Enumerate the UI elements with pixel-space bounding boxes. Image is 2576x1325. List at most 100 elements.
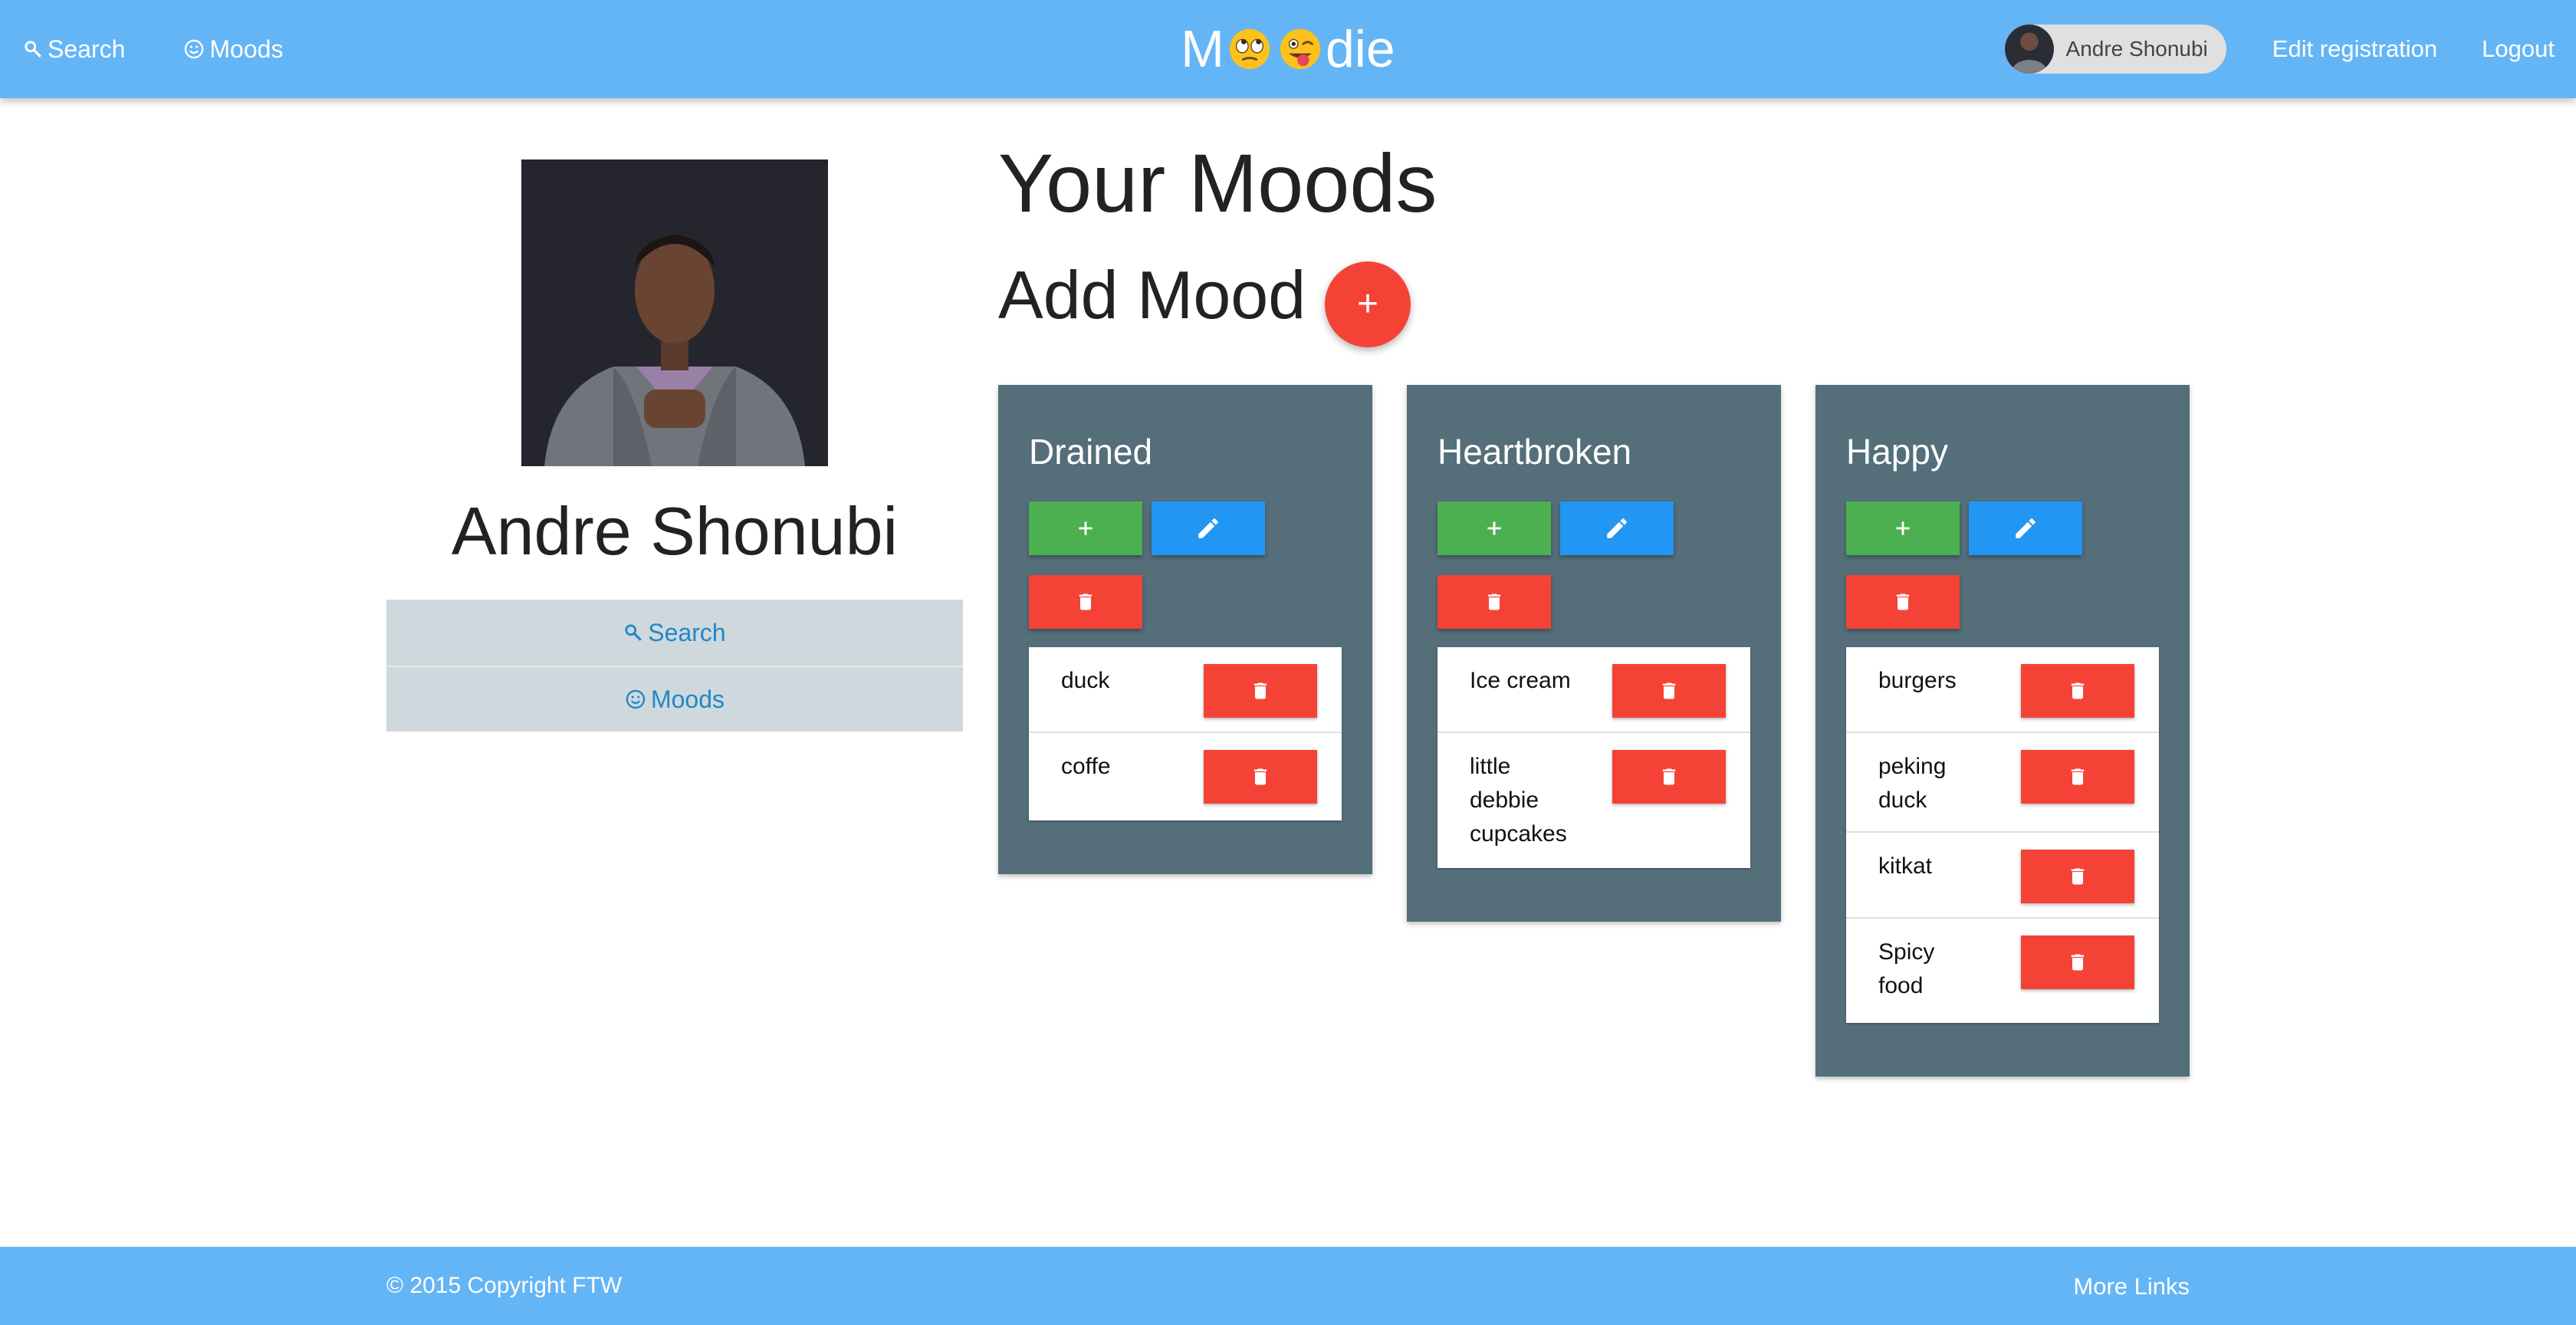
page-title: Your Moods bbox=[998, 136, 1438, 229]
mood-card: Happy burgers peking duck kitkat Spicy food bbox=[1815, 385, 2190, 1077]
mood-card-title: Drained bbox=[1029, 432, 1153, 472]
brand-prefix[interactable]: M bbox=[1181, 19, 1224, 79]
list-item-label-line: duck bbox=[1061, 668, 1110, 693]
nav-search-label: Search bbox=[48, 35, 126, 63]
list-item: kitkat bbox=[1846, 833, 2159, 919]
delete-item-button[interactable] bbox=[1612, 750, 1726, 804]
brand-suffix[interactable]: die bbox=[1326, 19, 1395, 79]
trash-icon bbox=[1079, 593, 1092, 610]
trash-icon bbox=[2071, 768, 2085, 785]
edit-mood-button[interactable] bbox=[1969, 501, 2082, 555]
logout-link[interactable]: Logout bbox=[2482, 35, 2555, 63]
trash-icon bbox=[1254, 768, 1267, 785]
trash-icon bbox=[2071, 954, 2085, 971]
side-menu-moods-label: Moods bbox=[650, 685, 725, 713]
search-icon bbox=[625, 624, 642, 641]
footer: © 2015 Copyright FTW More Links bbox=[0, 1247, 2576, 1325]
delete-item-button[interactable] bbox=[2021, 850, 2134, 903]
mood-item-list: Ice cream little debbie cupcakes bbox=[1438, 647, 1750, 868]
edit-mood-button[interactable] bbox=[1560, 501, 1674, 555]
footer-more-links[interactable]: More Links bbox=[2073, 1273, 2190, 1300]
user-avatar bbox=[2004, 25, 2054, 74]
mood-item-list: duck coffe bbox=[1029, 647, 1342, 820]
pencil-icon bbox=[2016, 518, 2036, 538]
delete-item-button[interactable] bbox=[1612, 664, 1726, 718]
nav-moods-label: Moods bbox=[209, 35, 284, 63]
list-item-label-line: debbie bbox=[1470, 787, 1539, 813]
list-item-label-line: burgers bbox=[1878, 668, 1957, 693]
trash-icon bbox=[2071, 682, 2085, 699]
side-menu-search-label: Search bbox=[648, 618, 726, 646]
pencil-icon bbox=[1607, 518, 1627, 538]
delete-mood-button[interactable] bbox=[1029, 575, 1142, 629]
plus-icon bbox=[1487, 521, 1501, 535]
list-item: peking duck bbox=[1846, 733, 2159, 833]
list-item-label: Spicy food bbox=[1878, 935, 2009, 1003]
delete-mood-button[interactable] bbox=[1438, 575, 1551, 629]
list-item-label: burgers bbox=[1878, 664, 2009, 698]
trash-icon bbox=[1662, 768, 1676, 785]
list-item: coffe bbox=[1029, 733, 1342, 819]
add-mood-button[interactable]: + bbox=[1325, 261, 1411, 347]
mood-card: Heartbroken Ice cream little debbie cupcakes bbox=[1407, 385, 1781, 922]
add-mood-heading: Add Mood bbox=[998, 257, 1306, 333]
rolling-eyes-emoji-icon bbox=[1229, 28, 1270, 70]
list-item-label-line: peking bbox=[1878, 754, 1947, 779]
list-item-label-line: Ice cream bbox=[1470, 668, 1571, 693]
user-chip[interactable]: Andre Shonubi bbox=[2004, 25, 2226, 74]
list-item-label-line: food bbox=[1878, 973, 1924, 998]
trash-icon bbox=[1487, 593, 1501, 610]
list-item-label-line: duck bbox=[1878, 787, 1927, 813]
list-item-label-line: kitkat bbox=[1878, 853, 1933, 879]
list-item-label: kitkat bbox=[1878, 850, 2009, 883]
add-item-button[interactable] bbox=[1438, 501, 1551, 555]
trash-icon bbox=[1662, 682, 1676, 699]
trash-icon bbox=[1896, 593, 1910, 610]
delete-item-button[interactable] bbox=[2021, 750, 2134, 804]
smiley-icon bbox=[185, 39, 204, 59]
profile-name: Andre Shonubi bbox=[451, 493, 899, 569]
delete-mood-button[interactable] bbox=[1846, 575, 1960, 629]
nav-moods-link[interactable]: Moods bbox=[183, 35, 283, 64]
trash-icon bbox=[1254, 682, 1267, 699]
search-icon bbox=[25, 41, 41, 58]
list-item-label-line: coffe bbox=[1061, 754, 1111, 779]
footer-copyright: © 2015 Copyright FTW bbox=[386, 1273, 623, 1298]
side-menu-moods[interactable]: Moods bbox=[386, 666, 963, 732]
mood-card-title: Happy bbox=[1846, 432, 1948, 472]
list-item-label: little debbie cupcakes bbox=[1470, 750, 1600, 851]
nav-left-links: Search Moods bbox=[23, 0, 341, 98]
nav-right-links: Andre Shonubi Edit registration Logout bbox=[2004, 0, 2555, 98]
list-item: duck bbox=[1029, 647, 1342, 733]
list-item: Spicy food bbox=[1846, 919, 2159, 1018]
edit-registration-link[interactable]: Edit registration bbox=[2272, 35, 2437, 63]
top-navbar: Search Moods M die Andre Shonubi Edit re… bbox=[0, 0, 2576, 98]
nav-search-link[interactable]: Search bbox=[23, 35, 125, 64]
add-mood-plus: + bbox=[1356, 284, 1379, 324]
list-item-label: Ice cream bbox=[1470, 664, 1600, 698]
delete-item-button[interactable] bbox=[2021, 935, 2134, 989]
list-item-label: coffe bbox=[1061, 750, 1191, 784]
list-item: burgers bbox=[1846, 647, 2159, 733]
mood-card-title: Heartbroken bbox=[1438, 432, 1632, 472]
trash-icon bbox=[2071, 868, 2085, 885]
delete-item-button[interactable] bbox=[2021, 664, 2134, 718]
profile-portrait-image bbox=[521, 159, 828, 466]
add-item-button[interactable] bbox=[1029, 501, 1142, 555]
plus-icon bbox=[1896, 521, 1910, 535]
profile-photo bbox=[521, 159, 828, 466]
mood-item-list: burgers peking duck kitkat Spicy food bbox=[1846, 647, 2159, 1023]
delete-item-button[interactable] bbox=[1204, 664, 1317, 718]
list-item-label-line: cupcakes bbox=[1470, 821, 1567, 847]
pencil-icon bbox=[1198, 518, 1218, 538]
edit-mood-button[interactable] bbox=[1152, 501, 1265, 555]
list-item: Ice cream bbox=[1438, 647, 1750, 733]
side-menu-search[interactable]: Search bbox=[386, 600, 963, 666]
user-chip-name: Andre Shonubi bbox=[2065, 37, 2208, 61]
smiley-icon bbox=[626, 689, 646, 709]
add-item-button[interactable] bbox=[1846, 501, 1960, 555]
delete-item-button[interactable] bbox=[1204, 750, 1317, 804]
side-menu: Search Moods bbox=[386, 600, 963, 732]
list-item-label: peking duck bbox=[1878, 750, 2009, 817]
list-item-label: duck bbox=[1061, 664, 1191, 698]
